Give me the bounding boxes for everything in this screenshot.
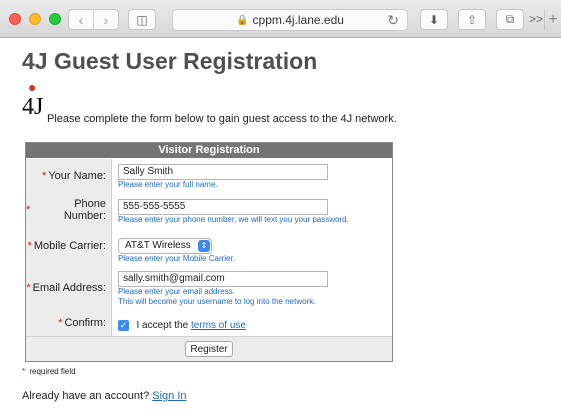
phone-label: Phone Number: [63, 197, 106, 222]
carrier-field-cell: AT&T Wireless ⇕ Please enter your Mobile… [112, 227, 392, 265]
sidebar-toggle-button[interactable]: ◫ [128, 9, 156, 30]
forward-icon[interactable]: › [93, 10, 118, 29]
required-field-note: * required field [22, 367, 76, 376]
registration-form: Visitor Registration * Your Name: Sally … [25, 142, 393, 362]
minimize-window-button[interactable] [29, 13, 41, 25]
phone-input[interactable]: 555-555-5555 [118, 199, 328, 215]
district-logo: ● 4J [22, 80, 50, 122]
required-marker: * [42, 169, 47, 182]
confirm-field-cell: ✓ I accept the terms of use [112, 310, 392, 336]
confirm-row: * Confirm: ✓ I accept the terms of use [26, 310, 392, 336]
email-hint-1: Please enter your email address. [118, 287, 235, 296]
email-label: Email Address: [32, 281, 106, 294]
carrier-selected-value: AT&T Wireless [125, 240, 191, 251]
reload-icon[interactable]: ↻ [387, 12, 399, 29]
page-title: 4J Guest User Registration [22, 48, 318, 74]
required-note-text: required field [29, 367, 76, 376]
apple-icon: ● [28, 79, 37, 95]
history-navigation: ‹ › [68, 9, 119, 30]
required-marker: * [22, 367, 26, 376]
carrier-label: Mobile Carrier: [33, 240, 106, 252]
confirm-text: I accept the [136, 320, 189, 332]
carrier-row: * Mobile Carrier: AT&T Wireless ⇕ Please… [26, 227, 392, 265]
download-icon: ⬇ [428, 12, 440, 27]
already-text: Already have an account? [22, 390, 150, 402]
submit-row: Register [26, 336, 392, 361]
zoom-window-button[interactable] [49, 13, 61, 25]
phone-row: * Phone Number: 555-555-5555 Please ente… [26, 192, 392, 227]
name-row: * Your Name: Sally Smith Please enter yo… [26, 159, 392, 192]
required-marker: * [58, 317, 63, 329]
email-field-cell: sally.smith@gmail.com Please enter your … [112, 265, 392, 310]
downloads-button[interactable]: ⬇ [420, 9, 448, 30]
new-tab-button[interactable]: + [544, 9, 561, 30]
tabs-icon: ⧉ [505, 12, 515, 26]
required-marker: * [27, 240, 32, 252]
form-header: Visitor Registration [26, 143, 392, 158]
confirm-label: Confirm: [64, 317, 106, 329]
register-button[interactable]: Register [185, 341, 233, 357]
url-text: cppm.4j.lane.edu [252, 13, 344, 27]
confirm-sentence: I accept the terms of use [136, 320, 246, 331]
intro-text: Please complete the form below to gain g… [47, 113, 397, 125]
required-marker: * [26, 281, 31, 294]
close-window-button[interactable] [9, 13, 21, 25]
share-icon: ⇧ [466, 12, 478, 27]
required-marker: * [26, 203, 31, 216]
name-input[interactable]: Sally Smith [118, 164, 328, 180]
chevron-updown-icon: ⇕ [198, 239, 210, 252]
email-label-cell: * Email Address: [26, 265, 112, 310]
carrier-label-cell: * Mobile Carrier: [26, 227, 112, 265]
email-row: * Email Address: sally.smith@gmail.com P… [26, 265, 392, 310]
tab-overview-button[interactable]: ⧉ [496, 9, 524, 30]
phone-hint: Please enter your phone number, we will … [118, 215, 349, 224]
terms-of-use-link[interactable]: terms of use [191, 320, 246, 331]
browser-toolbar: ‹ › ◫ 🔒 cppm.4j.lane.edu ↻ ⬇ ⇧ ⧉ >> + [0, 0, 561, 38]
toolbar-overflow-button[interactable]: >> [529, 12, 543, 26]
account-prompt: Already have an account? Sign In [22, 390, 187, 402]
back-icon[interactable]: ‹ [69, 10, 93, 29]
sidebar-icon: ◫ [136, 12, 148, 27]
email-hint-2: This will become your username to log in… [118, 297, 316, 306]
name-field-cell: Sally Smith Please enter your full name. [112, 159, 392, 192]
name-label-cell: * Your Name: [26, 159, 112, 192]
logo-text: 4J [22, 94, 44, 120]
lock-icon: 🔒 [236, 14, 249, 26]
email-input[interactable]: sally.smith@gmail.com [118, 271, 328, 287]
carrier-hint: Please enter your Mobile Carrier. [118, 253, 235, 263]
share-button[interactable]: ⇧ [458, 9, 486, 30]
address-bar[interactable]: 🔒 cppm.4j.lane.edu ↻ [172, 9, 408, 31]
phone-label-cell: * Phone Number: [26, 192, 112, 227]
terms-checkbox[interactable]: ✓ [118, 320, 129, 332]
sign-in-link[interactable]: Sign In [152, 390, 186, 402]
name-label: Your Name: [48, 169, 106, 182]
phone-field-cell: 555-555-5555 Please enter your phone num… [112, 192, 392, 227]
confirm-label-cell: * Confirm: [26, 310, 112, 336]
carrier-select[interactable]: AT&T Wireless ⇕ [118, 237, 212, 254]
name-hint: Please enter your full name. [118, 180, 218, 189]
